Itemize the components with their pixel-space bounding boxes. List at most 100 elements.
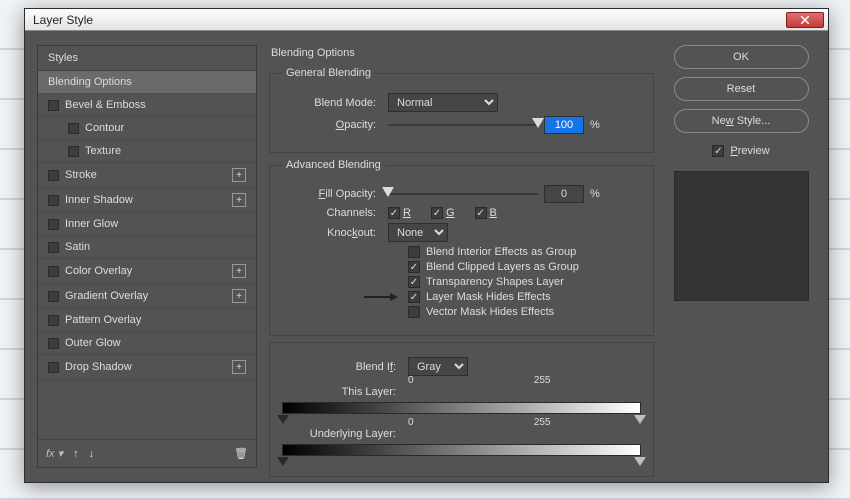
option-row: Blend Clipped Layers as Group (408, 261, 641, 273)
style-item-color-overlay[interactable]: Color Overlay + (38, 259, 256, 284)
styles-footer: fx ▾ ↑ ↓ 🗑 (38, 439, 256, 467)
style-label: Inner Glow (65, 218, 246, 230)
style-item-outer-glow[interactable]: Outer Glow (38, 332, 256, 355)
channel-r-checkbox[interactable] (388, 207, 400, 219)
move-up-icon[interactable]: ↑ (73, 448, 79, 460)
ok-button[interactable]: OK (674, 45, 809, 69)
knockout-select[interactable]: None (388, 223, 448, 242)
style-label: Drop Shadow (65, 361, 226, 373)
style-item-bevel-emboss[interactable]: Bevel & Emboss (38, 94, 256, 117)
add-effect-icon[interactable]: + (232, 264, 246, 278)
this-layer-black-handle[interactable] (277, 415, 289, 424)
option-checkbox[interactable] (408, 276, 420, 288)
style-checkbox[interactable] (48, 100, 59, 111)
fx-icon[interactable]: fx ▾ (46, 447, 63, 460)
add-effect-icon[interactable]: + (232, 168, 246, 182)
style-checkbox[interactable] (48, 291, 59, 302)
knockout-label: Knockout: (282, 227, 382, 239)
option-row: Transparency Shapes Layer (408, 276, 641, 288)
add-effect-icon[interactable]: + (232, 193, 246, 207)
underlying-layer-gradient[interactable] (282, 444, 641, 456)
fill-opacity-slider[interactable] (388, 187, 538, 201)
style-checkbox[interactable] (48, 362, 59, 373)
new-style-button[interactable]: New Style... (674, 109, 809, 133)
this-layer-gradient[interactable] (282, 402, 641, 414)
fill-opacity-field[interactable]: 0 (544, 185, 584, 203)
layer-style-dialog: Layer Style Styles Blending Options Bevel… (24, 8, 829, 483)
channel-g-checkbox[interactable] (431, 207, 443, 219)
style-item-texture[interactable]: Texture (38, 140, 256, 163)
style-item-contour[interactable]: Contour (38, 117, 256, 140)
reset-button[interactable]: Reset (674, 77, 809, 101)
style-label: Outer Glow (65, 337, 246, 349)
general-legend: General Blending (282, 67, 375, 79)
option-checkbox[interactable] (408, 306, 420, 318)
style-item-drop-shadow[interactable]: Drop Shadow + (38, 355, 256, 380)
option-checkbox[interactable] (408, 261, 420, 273)
style-item-inner-glow[interactable]: Inner Glow (38, 213, 256, 236)
styles-list: Blending Options Bevel & Emboss ContourTex… (38, 71, 256, 380)
style-checkbox[interactable] (48, 338, 59, 349)
opacity-label: Opacity: (282, 119, 382, 131)
option-checkbox[interactable] (408, 246, 420, 258)
style-item-inner-shadow[interactable]: Inner Shadow+ (38, 188, 256, 213)
style-label: Satin (65, 241, 246, 253)
advanced-legend: Advanced Blending (282, 159, 385, 171)
style-item-satin[interactable]: Satin (38, 236, 256, 259)
general-blending-group: General Blending Blend Mode: Normal Opac… (269, 67, 654, 153)
add-effect-icon[interactable]: + (232, 289, 246, 303)
move-down-icon[interactable]: ↓ (89, 448, 95, 460)
option-label: Layer Mask Hides Effects (426, 291, 551, 303)
underlying-white-handle[interactable] (634, 457, 646, 466)
style-label: Blending Options (48, 76, 246, 88)
option-label: Blend Interior Effects as Group (426, 246, 576, 258)
preview-swatch (674, 171, 809, 301)
percent-label: % (590, 119, 600, 131)
option-row: Vector Mask Hides Effects (408, 306, 641, 318)
add-effect-icon[interactable]: + (232, 360, 246, 374)
style-item-pattern-overlay[interactable]: Pattern Overlay (38, 309, 256, 332)
close-button[interactable] (786, 12, 824, 28)
style-checkbox[interactable] (48, 170, 59, 181)
close-icon (801, 16, 809, 24)
style-item-gradient-overlay[interactable]: Gradient Overlay + (38, 284, 256, 309)
channel-b-checkbox[interactable] (475, 207, 487, 219)
underlying-black-handle[interactable] (277, 457, 289, 466)
blend-mode-label: Blend Mode: (282, 97, 382, 109)
blend-if-group: Blend If: Gray This Layer: 0 255 Underly… (269, 342, 654, 477)
fill-opacity-label: Fill Opacity: (282, 188, 382, 200)
style-label: Color Overlay (65, 265, 226, 277)
style-checkbox[interactable] (48, 219, 59, 230)
style-checkbox[interactable] (68, 123, 79, 134)
option-checkbox[interactable] (408, 291, 420, 303)
preview-label: Preview (730, 145, 769, 157)
style-checkbox[interactable] (48, 315, 59, 326)
style-checkbox[interactable] (48, 266, 59, 277)
style-checkbox[interactable] (48, 195, 59, 206)
opacity-field[interactable]: 100 (544, 116, 584, 134)
option-label: Blend Clipped Layers as Group (426, 261, 579, 273)
blend-if-select[interactable]: Gray (408, 357, 468, 376)
blend-if-label: Blend If: (282, 361, 402, 373)
style-label: Bevel & Emboss (65, 99, 246, 111)
style-item-stroke[interactable]: Stroke + (38, 163, 256, 188)
style-label: Stroke (65, 169, 226, 181)
titlebar: Layer Style (25, 9, 828, 31)
window-title: Layer Style (33, 13, 93, 27)
percent-label-2: % (590, 188, 600, 200)
opacity-slider[interactable] (388, 118, 538, 132)
this-layer-label: This Layer: (282, 386, 402, 398)
style-label: Gradient Overlay (65, 290, 226, 302)
style-checkbox[interactable] (68, 146, 79, 157)
styles-header: Styles (38, 46, 256, 71)
section-title: Blending Options (271, 47, 654, 59)
blend-mode-select[interactable]: Normal (388, 93, 498, 112)
trash-icon[interactable]: 🗑 (234, 447, 248, 460)
this-layer-white-handle[interactable] (634, 415, 646, 424)
arrow-indicator-icon (364, 292, 398, 305)
style-item-blending-options[interactable]: Blending Options (38, 71, 256, 94)
style-checkbox[interactable] (48, 242, 59, 253)
options-panel: Blending Options General Blending Blend … (269, 45, 654, 468)
preview-checkbox[interactable] (712, 145, 724, 157)
right-column: OK Reset New Style... Preview (666, 45, 816, 468)
